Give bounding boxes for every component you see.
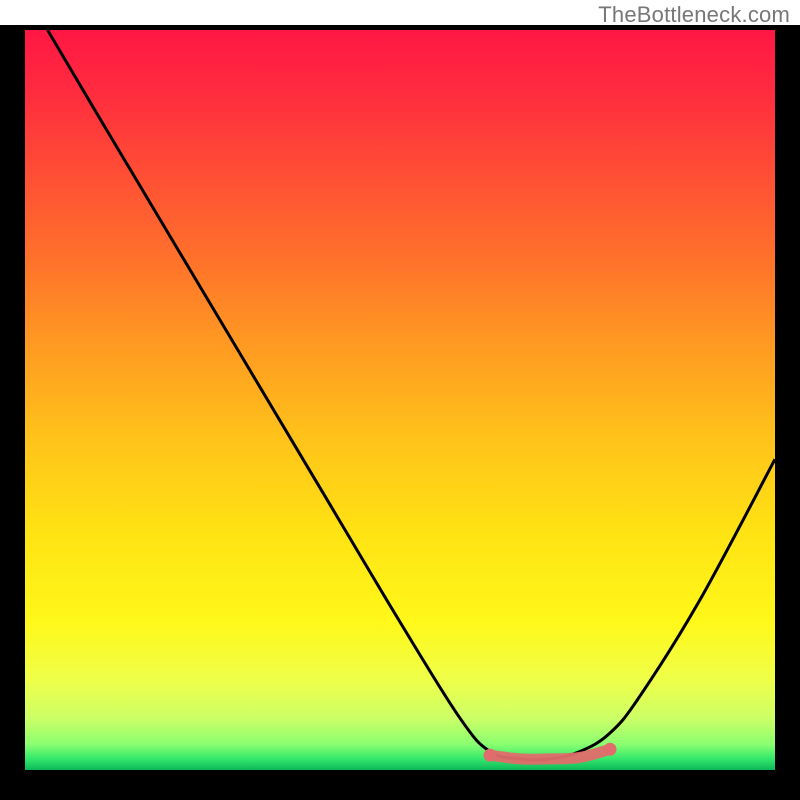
bottleneck-chart bbox=[0, 0, 800, 800]
chart-container: TheBottleneck.com bbox=[0, 0, 800, 800]
watermark-text: TheBottleneck.com bbox=[598, 2, 790, 28]
